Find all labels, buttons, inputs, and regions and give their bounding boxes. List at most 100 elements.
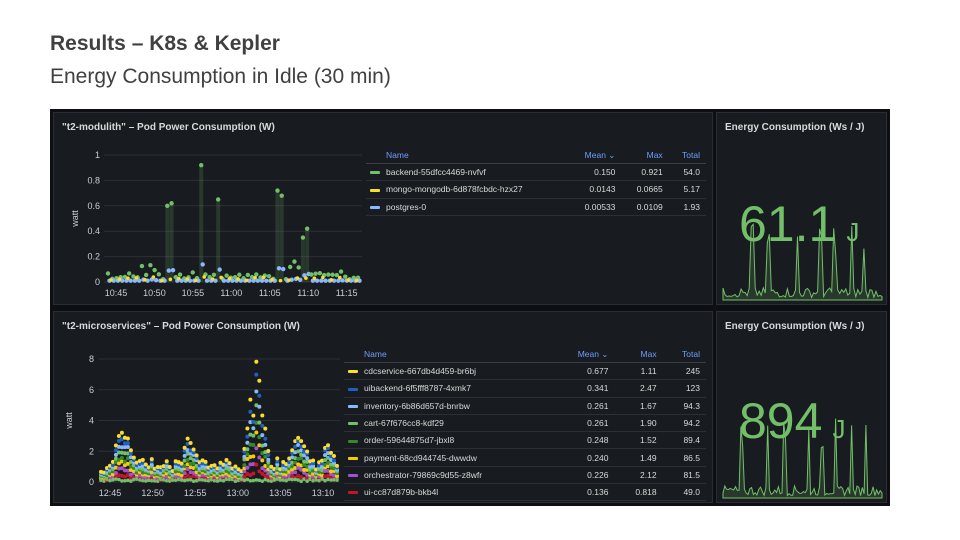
microservices-energy-panel[interactable]: Energy Consumption (Ws / J) 894 J xyxy=(716,311,887,503)
data-point xyxy=(257,378,262,383)
legend-row[interactable]: mongo-mongodb-6d878fcbdc-hzx27 0.0143 0.06… xyxy=(366,180,706,199)
data-point xyxy=(260,458,265,463)
series-name-cell: payment-68cd944745-dwwdw xyxy=(344,448,553,467)
data-point xyxy=(332,458,337,463)
legend-header-mean[interactable]: Mean ⌄ xyxy=(552,346,615,363)
legend-header-name[interactable]: Name xyxy=(366,147,569,164)
legend-row[interactable]: postgres-0 0.00533 0.0109 1.93 xyxy=(366,198,706,216)
data-point-backend xyxy=(288,264,293,270)
legend-header-name[interactable]: Name xyxy=(344,346,553,363)
data-point-mongo xyxy=(304,276,308,280)
data-point xyxy=(257,455,262,460)
data-point-postgres xyxy=(166,268,172,273)
legend-row[interactable]: inventory-6b86d657d-bnrbw 0.261 1.67 94.3 xyxy=(344,397,706,415)
data-point xyxy=(263,442,268,447)
series-mean: 0.0143 xyxy=(568,180,622,199)
legend-header-total[interactable]: Total xyxy=(662,346,706,363)
series-name: postgres-0 xyxy=(386,201,427,212)
data-point xyxy=(305,449,310,454)
series-color-swatch xyxy=(370,188,380,192)
series-max: 1.67 xyxy=(614,397,663,415)
data-point-mongo xyxy=(354,278,359,283)
modulith-energy-stat: 61.1 J xyxy=(739,195,859,253)
x-tick-label: 11:05 xyxy=(259,288,281,298)
modulith-energy-panel[interactable]: Energy Consumption (Ws / J) 61.1 J xyxy=(716,112,887,305)
series-total: 245 xyxy=(662,362,706,381)
data-point-mongo xyxy=(261,275,266,280)
data-point xyxy=(188,440,193,445)
data-point xyxy=(329,450,334,455)
series-name-cell: orchestrator-79869c9d55-z8wfr xyxy=(344,466,553,485)
data-point xyxy=(296,435,301,440)
legend-header-max[interactable]: Max xyxy=(614,346,663,363)
data-point-backend xyxy=(105,271,111,276)
data-point xyxy=(326,443,331,448)
data-point-mongo xyxy=(193,278,198,283)
series-name: payment-68cd944745-dwwdw xyxy=(364,452,477,463)
data-point-postgres xyxy=(323,278,328,283)
data-point-mongo xyxy=(270,277,274,282)
data-point-backend xyxy=(279,193,284,198)
data-point-backend xyxy=(237,272,242,277)
data-point xyxy=(131,455,136,460)
data-point xyxy=(182,478,187,483)
data-point xyxy=(203,459,208,464)
legend-row[interactable]: uibackend-6f5fff8787-4xmk7 0.341 2.47 123 xyxy=(344,379,706,398)
data-point xyxy=(251,433,256,438)
data-point xyxy=(128,448,133,453)
energy-unit: J xyxy=(832,414,846,444)
series-max: 2.47 xyxy=(614,379,663,398)
legend-row[interactable]: order-59644875d7-jbxl8 0.248 1.52 89.4 xyxy=(344,431,706,450)
data-point xyxy=(116,433,121,438)
legend-header-max[interactable]: Max xyxy=(621,147,669,164)
data-point-backend xyxy=(304,226,310,231)
data-point-mongo xyxy=(227,276,232,281)
series-mean: 0.677 xyxy=(552,362,615,381)
data-point-mongo xyxy=(346,278,351,282)
data-point xyxy=(266,448,271,453)
modulith-power-panel[interactable]: "t2-modulith" – Pod Power Consumption (W… xyxy=(53,112,713,305)
data-point-mongo xyxy=(253,275,257,280)
data-point-postgres xyxy=(221,278,227,283)
series-total: 5.17 xyxy=(668,180,706,199)
series-name: cart-67f676cc8-kdf29 xyxy=(364,418,444,429)
legend-row[interactable]: payment-68cd944745-dwwdw 0.240 1.49 86.5 xyxy=(344,448,706,467)
data-point-postgres xyxy=(217,267,222,272)
data-point-backend xyxy=(152,267,157,273)
legend-row[interactable]: orchestrator-79869c9d55-z8wfr 0.226 2.12 81… xyxy=(344,466,706,485)
series-color-swatch xyxy=(348,491,358,495)
series-total: 123 xyxy=(662,379,706,398)
legend-row[interactable]: ui-cc87d879b-bkb4l 0.136 0.818 49.0 xyxy=(344,483,706,502)
x-tick-label: 10:55 xyxy=(182,288,205,298)
data-point xyxy=(260,433,265,438)
legend-row[interactable]: backend-55dfcc4469-nvfvf 0.150 0.921 54.0 xyxy=(366,163,706,182)
series-color-swatch xyxy=(348,422,358,426)
data-point-backend xyxy=(126,271,132,276)
data-point xyxy=(224,457,229,462)
y-tick-label: 0.4 xyxy=(87,226,100,236)
series-name: order-59644875d7-jbxl8 xyxy=(364,435,455,446)
microservices-energy-stat: 894 J xyxy=(739,392,845,450)
data-point xyxy=(254,446,259,451)
legend-row[interactable]: cart-67f676cc8-kdf29 0.261 1.90 94.2 xyxy=(344,414,706,433)
microservices-power-panel[interactable]: "t2-microservices" – Pod Power Consumpti… xyxy=(53,311,713,503)
series-total: 94.3 xyxy=(662,397,706,415)
data-point-mongo xyxy=(295,276,300,280)
data-point xyxy=(140,457,145,462)
legend-row[interactable]: cdcservice-667db4d459-br6bj 0.677 1.11 245 xyxy=(344,362,706,381)
data-point-mongo xyxy=(338,275,342,280)
data-point-backend xyxy=(148,262,153,268)
data-point-backend xyxy=(292,259,297,264)
energy-value: 894 xyxy=(739,393,823,449)
energy-value: 61.1 xyxy=(739,196,837,252)
data-point xyxy=(245,465,250,470)
series-mean: 0.261 xyxy=(552,397,615,415)
series-total: 54.0 xyxy=(668,163,706,182)
x-tick-label: 13:00 xyxy=(227,488,250,498)
data-point xyxy=(245,452,250,457)
series-name-cell: inventory-6b86d657d-bnrbw xyxy=(344,397,553,415)
data-point-backend xyxy=(326,272,331,277)
data-point xyxy=(111,477,115,482)
legend-header-total[interactable]: Total xyxy=(668,147,706,164)
legend-header-mean[interactable]: Mean ⌄ xyxy=(568,147,622,164)
